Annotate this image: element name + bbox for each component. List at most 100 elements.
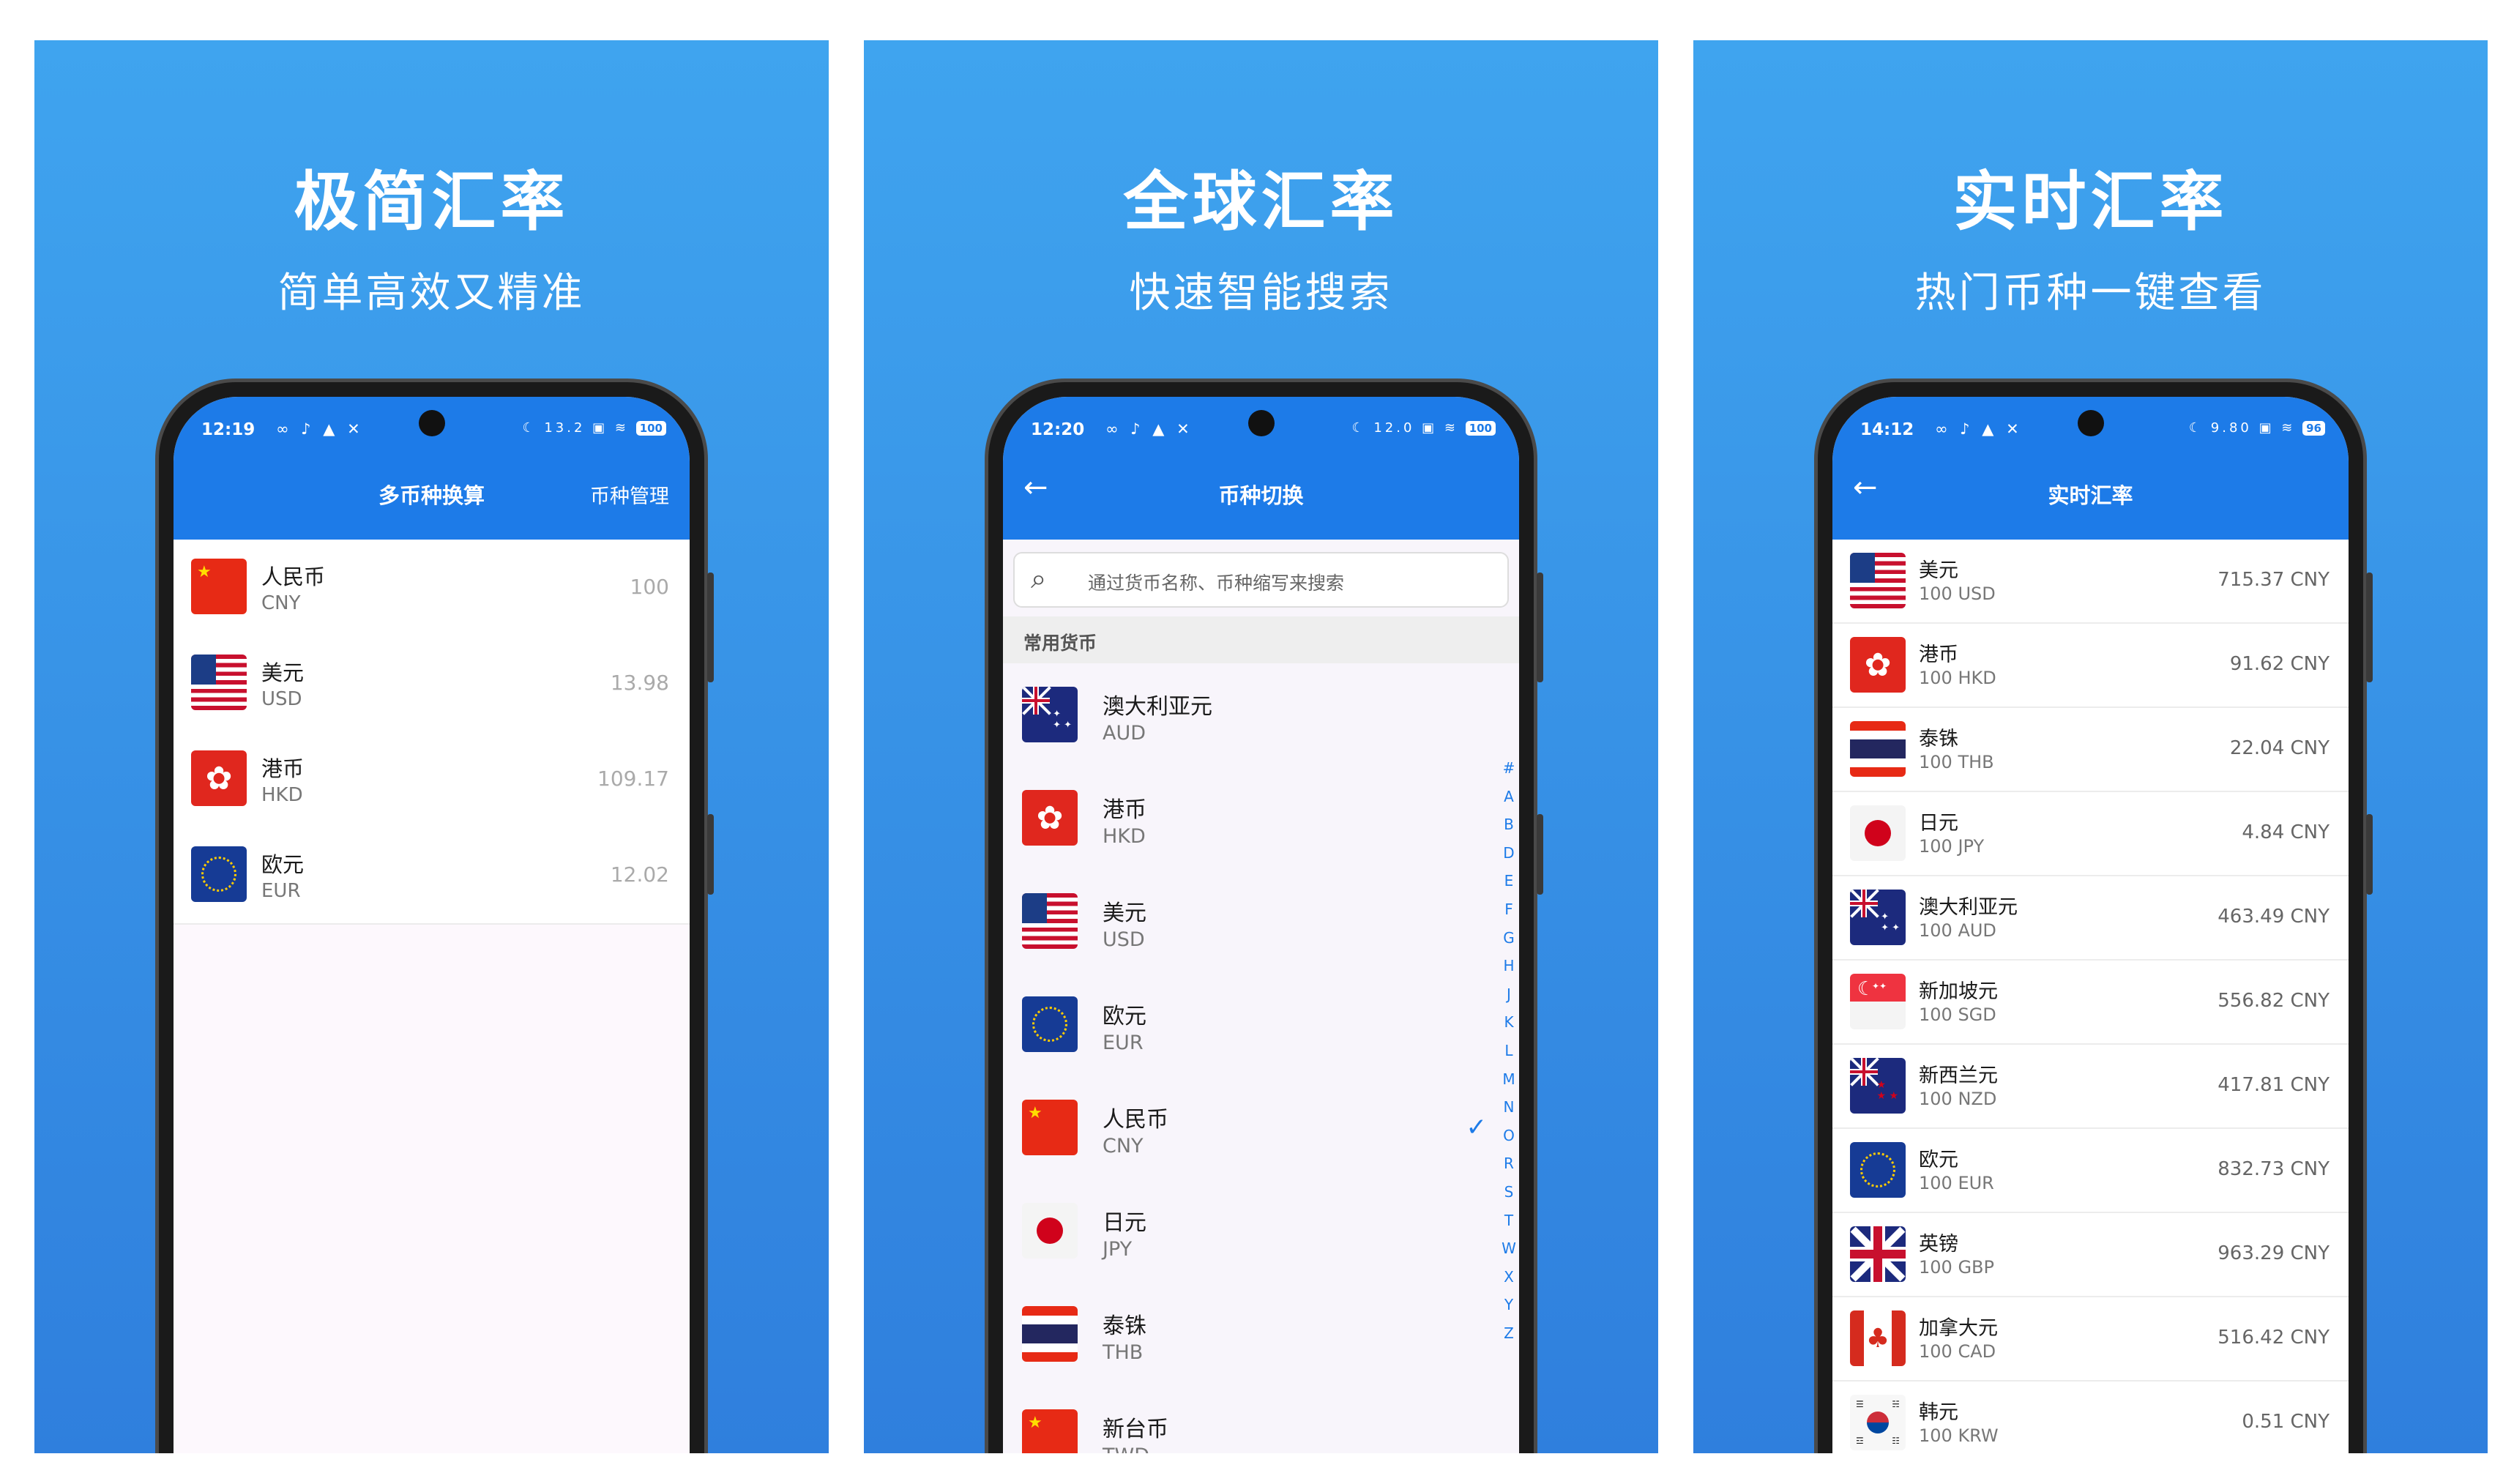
amount-input[interactable]: 109.17 — [597, 767, 669, 791]
status-notification-icons: ∞ ♪ ▲ ✕ — [276, 420, 364, 438]
search-input[interactable]: ⌕ 通过货币名称、币种缩写来搜索 — [1013, 552, 1509, 608]
currency-name: 新西兰元 — [1919, 1064, 1998, 1087]
converter-row[interactable]: ★ 人民币 CNY 100 — [174, 540, 690, 637]
currency-name: 港币 — [1103, 797, 1146, 823]
currency-name: 澳大利亚元 — [1919, 896, 2018, 919]
rate-row[interactable]: 泰铢 100 THB 22.04 CNY — [1832, 708, 2349, 792]
index-letter[interactable]: R — [1500, 1155, 1518, 1183]
promo-panel-converter: 极简汇率 简单高效又精准 12:19 ∞ ♪ ▲ ✕ ☾ 13.2 ▣ ≋ 10… — [34, 40, 829, 1453]
index-letter[interactable]: Y — [1500, 1296, 1518, 1324]
currency-name: 美元 — [1103, 901, 1146, 926]
index-letter[interactable]: D — [1500, 844, 1518, 873]
currency-name: 日元 — [1103, 1210, 1146, 1236]
status-time: 12:20 — [1031, 420, 1085, 439]
app-bar: 12:19 ∞ ♪ ▲ ✕ ☾ 13.2 ▣ ≋ 100 多币种换算 币种管理 — [174, 397, 690, 540]
index-letter[interactable]: Z — [1500, 1324, 1518, 1353]
list-item[interactable]: 日元 JPY — [1003, 1179, 1519, 1283]
converter-row[interactable]: ✿ 港币 HKD 109.17 — [174, 731, 690, 829]
index-letter[interactable]: N — [1500, 1098, 1518, 1127]
index-letter[interactable]: L — [1500, 1042, 1518, 1070]
thailand-flag-icon — [1022, 1306, 1078, 1362]
status-system-icons: ☾ 12.0 ▣ ≋ 100 — [1351, 420, 1496, 436]
phone-side-button — [707, 573, 714, 682]
index-letter[interactable]: F — [1500, 901, 1518, 929]
list-item[interactable]: 美元 USD — [1003, 870, 1519, 973]
eu-flag-icon — [1850, 1142, 1906, 1198]
list-item[interactable]: 泰铢 THB — [1003, 1283, 1519, 1386]
currency-amount: 100 KRW — [1919, 1425, 1999, 1446]
rate-row[interactable]: ♣ 加拿大元 100 CAD 516.42 CNY — [1832, 1297, 2349, 1382]
rate-value: 715.37 CNY — [2218, 569, 2330, 591]
currency-code: EUR — [1103, 1032, 1144, 1054]
rate-row[interactable]: ✿ 港币 100 HKD 91.62 CNY — [1832, 624, 2349, 708]
rate-value: 832.73 CNY — [2218, 1158, 2330, 1180]
amount-input[interactable]: 12.02 — [611, 862, 669, 887]
status-time: 12:19 — [201, 420, 255, 439]
index-letter[interactable]: A — [1500, 788, 1518, 816]
panel-subheadline: 热门币种一键查看 — [1914, 269, 2267, 317]
taiwan-dollar-flag-icon: ★ — [1022, 1409, 1078, 1453]
panel-headline: 极简汇率 — [294, 164, 570, 239]
rate-row[interactable]: 英镑 100 GBP 963.29 CNY — [1832, 1213, 2349, 1297]
currency-name: 欧元 — [261, 852, 305, 877]
index-letter[interactable]: O — [1500, 1127, 1518, 1155]
currency-amount: 100 CAD — [1919, 1341, 1996, 1362]
currency-code: THB — [1103, 1341, 1144, 1364]
manage-currencies-button[interactable]: 币种管理 — [590, 480, 669, 509]
index-letter[interactable]: K — [1500, 1013, 1518, 1042]
usa-flag-icon — [191, 655, 247, 710]
status-system-icons-text: ☾ 13.2 ▣ ≋ — [522, 420, 629, 436]
rate-value: 963.29 CNY — [2218, 1242, 2330, 1264]
hong-kong-flag-icon: ✿ — [1850, 637, 1906, 693]
currency-amount: 100 JPY — [1919, 836, 1985, 857]
rate-value: 22.04 CNY — [2229, 737, 2330, 759]
index-letter[interactable]: W — [1500, 1239, 1518, 1268]
converter-row[interactable]: 欧元 EUR 12.02 — [174, 827, 690, 925]
phone-screen: 12:20 ∞ ♪ ▲ ✕ ☾ 12.0 ▣ ≋ 100 ← 币种切换 ⌕ 通过… — [1003, 397, 1519, 1453]
currency-code: CNY — [261, 592, 301, 614]
battery-icon: 100 — [635, 421, 666, 436]
phone-mockup: 12:19 ∞ ♪ ▲ ✕ ☾ 13.2 ▣ ≋ 100 多币种换算 币种管理 … — [155, 379, 714, 1453]
rate-row[interactable]: 日元 100 JPY 4.84 CNY — [1832, 792, 2349, 876]
index-letter[interactable]: J — [1500, 985, 1518, 1014]
status-system-icons: ☾ 9.80 ▣ ≋ 96 — [2189, 420, 2325, 436]
index-letter[interactable]: G — [1500, 929, 1518, 958]
alphabet-index[interactable]: # A B D E F G H J K L M N O R S T W X Y Z — [1500, 759, 1518, 1352]
amount-input[interactable]: 13.98 — [611, 671, 669, 695]
list-item[interactable]: 欧元 EUR — [1003, 973, 1519, 1076]
status-system-icons-text: ☾ 9.80 ▣ ≋ — [2188, 420, 2296, 436]
rate-row[interactable]: ✦ ✦ ✦ 澳大利亚元 100 AUD 463.49 CNY — [1832, 876, 2349, 961]
phone-mockup: 14:12 ∞ ♪ ▲ ✕ ☾ 9.80 ▣ ≋ 96 ← 实时汇率 美元 10… — [1814, 379, 2373, 1453]
currency-name: 新台币 — [1103, 1417, 1168, 1442]
rate-row[interactable]: 美元 100 USD 715.37 CNY — [1832, 540, 2349, 624]
index-letter[interactable]: # — [1500, 759, 1518, 788]
rate-row[interactable]: ★ ★ ★ 新西兰元 100 NZD 417.81 CNY — [1832, 1045, 2349, 1129]
phone-side-button — [707, 814, 714, 895]
rate-row[interactable]: 欧元 100 EUR 832.73 CNY — [1832, 1129, 2349, 1213]
rate-row[interactable]: ☾ ✦✦ 新加坡元 100 SGD 556.82 CNY — [1832, 961, 2349, 1045]
index-letter[interactable]: S — [1500, 1183, 1518, 1212]
currency-code: AUD — [1103, 722, 1146, 745]
index-letter[interactable]: X — [1500, 1268, 1518, 1297]
list-item[interactable]: ✦ ✦ ✦ 澳大利亚元 AUD — [1003, 663, 1519, 767]
hong-kong-flag-icon: ✿ — [191, 750, 247, 806]
list-item[interactable]: ★ 人民币 CNY ✓ — [1003, 1076, 1519, 1179]
phone-screen: 12:19 ∞ ♪ ▲ ✕ ☾ 13.2 ▣ ≋ 100 多币种换算 币种管理 … — [174, 397, 690, 1453]
index-letter[interactable]: B — [1500, 816, 1518, 844]
index-letter[interactable]: E — [1500, 872, 1518, 901]
eu-flag-icon — [1022, 996, 1078, 1052]
index-letter[interactable]: T — [1500, 1212, 1518, 1240]
rate-row[interactable]: ☰ ☵ ☲ ☷ 韩元 100 KRW 0.51 CNY — [1832, 1382, 2349, 1453]
index-letter[interactable]: M — [1500, 1070, 1518, 1099]
eu-flag-icon — [191, 846, 247, 902]
list-item[interactable]: ✿ 港币 HKD — [1003, 767, 1519, 870]
converter-row[interactable]: 美元 USD 13.98 — [174, 635, 690, 733]
status-bar: 14:12 ∞ ♪ ▲ ✕ ☾ 9.80 ▣ ≋ 96 — [1860, 416, 2325, 448]
app-bar: 14:12 ∞ ♪ ▲ ✕ ☾ 9.80 ▣ ≋ 96 ← 实时汇率 — [1832, 397, 2349, 540]
search-icon: ⌕ — [1031, 562, 1047, 594]
amount-input[interactable]: 100 — [630, 575, 669, 599]
index-letter[interactable]: H — [1500, 957, 1518, 985]
section-header-label: 常用货币 — [1023, 633, 1097, 654]
china-flag-icon: ★ — [1022, 1100, 1078, 1155]
list-item[interactable]: ★ 新台币 TWD — [1003, 1386, 1519, 1453]
